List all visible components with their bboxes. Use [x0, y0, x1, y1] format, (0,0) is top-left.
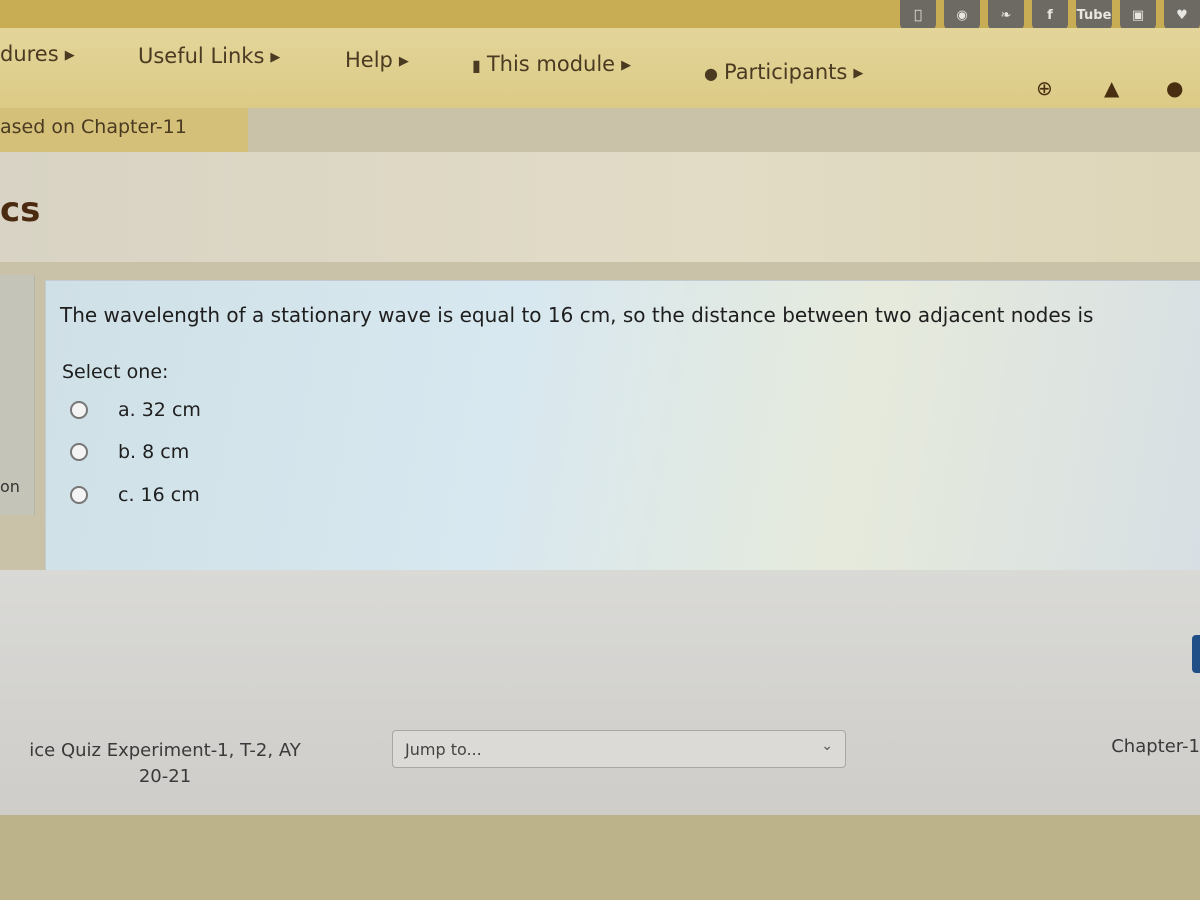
question-info-panel: on	[0, 275, 35, 515]
nav-label: dures	[0, 42, 59, 66]
android-icon[interactable]: ◉	[944, 0, 980, 30]
nav-label: Help	[345, 48, 393, 72]
nav-item-participants[interactable]: ● Participants ▶	[704, 60, 863, 84]
jump-to-placeholder: Jump to...	[405, 740, 482, 759]
chat-bubble-icon[interactable]: ●	[1166, 76, 1183, 100]
answer-option-c[interactable]: c. 16 cm	[70, 484, 200, 506]
bell-icon[interactable]: ▲	[1104, 76, 1119, 100]
download-circle-icon[interactable]: ⊕	[1036, 76, 1053, 100]
question-info-text: on	[0, 477, 20, 496]
book-icon: ▮	[472, 56, 481, 75]
question-text: The wavelength of a stationary wave is e…	[60, 303, 1094, 327]
caret-right-icon: ▶	[621, 57, 632, 73]
answer-option-b[interactable]: b. 8 cm	[70, 441, 189, 463]
page-title: cs	[0, 190, 41, 230]
page-footer	[0, 815, 1200, 900]
caret-right-icon: ▶	[64, 47, 75, 63]
web-icon[interactable]: ♥	[1164, 0, 1200, 30]
nav-item-this-module[interactable]: ▮ This module ▶	[472, 52, 631, 76]
caret-right-icon: ▶	[270, 49, 281, 65]
breadcrumb-text: ased on Chapter-11	[0, 116, 187, 138]
next-activity-link[interactable]: Chapter-1	[1111, 736, 1200, 757]
previous-activity-link[interactable]: ice Quiz Experiment-1, T-2, AY 20-21	[0, 738, 330, 790]
jump-to-select[interactable]: Jump to... ⌄	[392, 730, 846, 768]
answer-option-a[interactable]: a. 32 cm	[70, 399, 201, 421]
youtube-icon[interactable]: Tube	[1076, 0, 1112, 30]
facebook-icon[interactable]: f	[1032, 0, 1068, 30]
users-icon: ●	[704, 64, 718, 83]
nav-bar: dures ▶ Useful Links ▶ Help ▶ ▮ This module ▶…	[0, 28, 1200, 108]
breadcrumb[interactable]: ased on Chapter-11	[0, 108, 248, 152]
apple-icon[interactable]: 	[900, 0, 936, 30]
next-page-button[interactable]	[1192, 635, 1200, 673]
radio-button[interactable]	[70, 443, 88, 461]
previous-activity-line2: 20-21	[138, 766, 192, 787]
chevron-down-icon: ⌄	[821, 738, 833, 754]
caret-right-icon: ▶	[853, 65, 864, 81]
answer-label: c. 16 cm	[118, 484, 200, 506]
nav-item-help[interactable]: Help ▶	[345, 48, 409, 72]
social-links:  ◉ ❧ f Tube ▣ ♥	[900, 0, 1200, 30]
nav-item-useful-links[interactable]: Useful Links ▶	[138, 44, 280, 68]
top-banner:  ◉ ❧ f Tube ▣ ♥	[0, 0, 1200, 30]
radio-button[interactable]	[70, 401, 88, 419]
nav-label: This module	[486, 52, 616, 76]
nav-label: Useful Links	[138, 44, 265, 68]
radio-button[interactable]	[70, 486, 88, 504]
answer-label: b. 8 cm	[118, 441, 190, 463]
select-one-label: Select one:	[62, 361, 169, 383]
caret-right-icon: ▶	[398, 53, 409, 69]
nav-item-procedures[interactable]: dures ▶	[0, 42, 75, 66]
answer-label: a. 32 cm	[118, 399, 201, 421]
question-panel: The wavelength of a stationary wave is e…	[45, 280, 1200, 572]
instagram-icon[interactable]: ▣	[1120, 0, 1156, 30]
nav-label: Participants	[723, 60, 848, 84]
page-header	[0, 152, 1200, 262]
previous-activity-line1: ice Quiz Experiment-1, T-2, AY	[29, 740, 301, 761]
twitter-icon[interactable]: ❧	[988, 0, 1024, 30]
